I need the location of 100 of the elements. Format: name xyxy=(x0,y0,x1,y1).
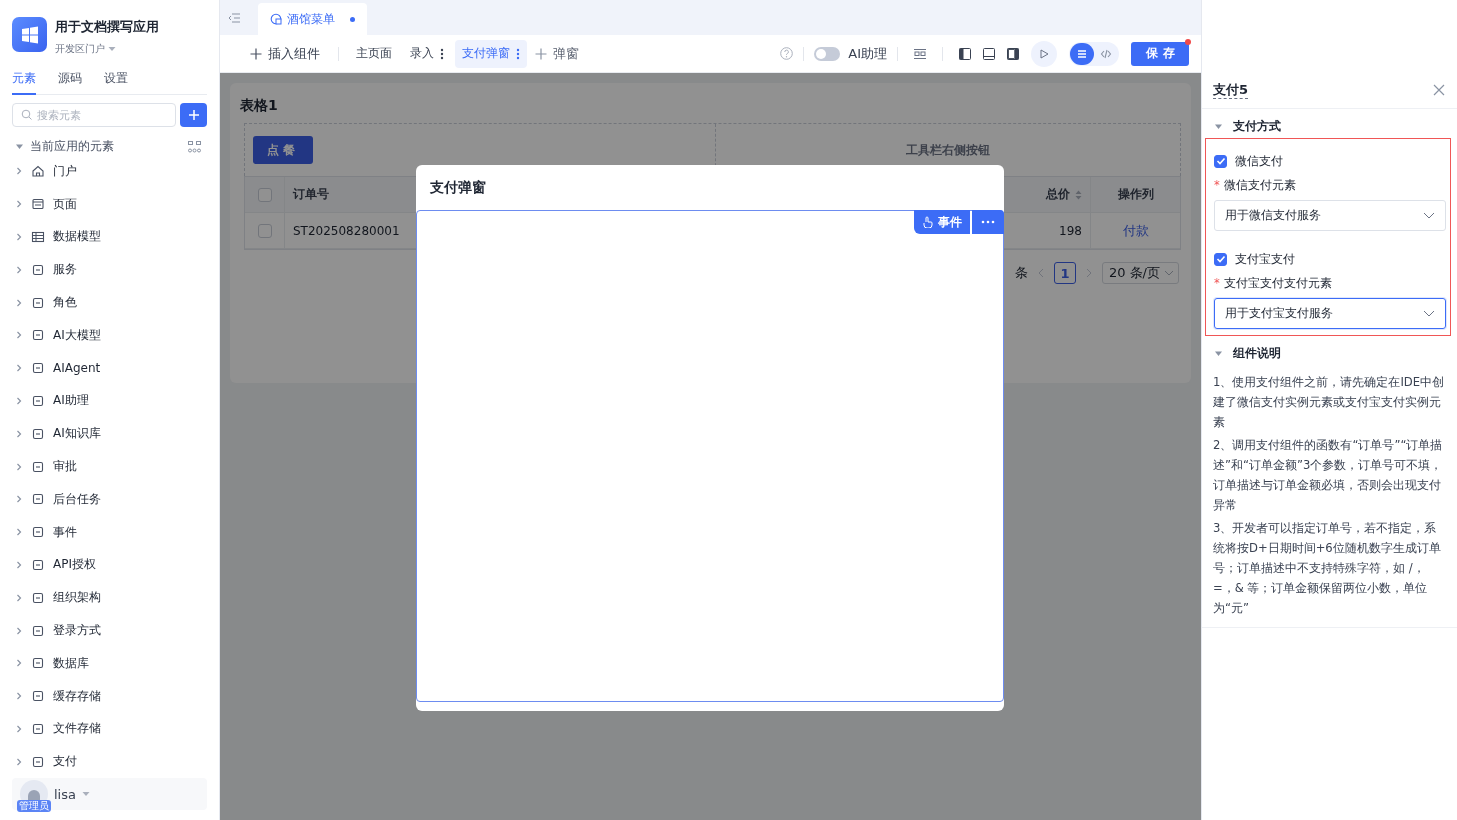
chevron-icon xyxy=(15,626,23,635)
tree-item[interactable]: 事件 xyxy=(53,523,77,541)
tree-item[interactable]: API授权 xyxy=(53,556,96,574)
page-tab[interactable]: 支付弹窗 xyxy=(455,39,527,68)
section-header[interactable]: 支付方式 xyxy=(1233,117,1281,135)
select-field[interactable]: 用于微信支付服务 xyxy=(1214,200,1446,231)
chevron-icon xyxy=(15,495,23,504)
select-field[interactable]: 用于支付宝支付服务 xyxy=(1214,298,1446,329)
tree-item[interactable]: 登录方式 xyxy=(53,622,101,640)
square-icon xyxy=(31,492,45,507)
square-icon xyxy=(31,328,45,343)
tree-item[interactable]: 服务 xyxy=(53,261,77,279)
portal-selector[interactable]: 开发区门户 xyxy=(55,42,105,56)
square-icon xyxy=(31,459,45,474)
tree-item[interactable]: AI知识库 xyxy=(53,425,101,443)
chevron-icon xyxy=(15,692,23,701)
square-icon xyxy=(31,393,45,408)
tree-item[interactable]: 数据模型 xyxy=(53,228,101,246)
add-button[interactable] xyxy=(180,103,207,127)
app-name: 用于文档撰写应用 xyxy=(55,18,159,36)
page-icon xyxy=(270,13,282,25)
home-icon xyxy=(31,164,45,179)
tree-item[interactable]: 页面 xyxy=(53,195,77,213)
user-menu[interactable]: 管理员 lisa xyxy=(12,778,207,810)
caret-icon xyxy=(108,46,116,52)
plus-icon xyxy=(535,47,547,60)
checkbox-label: 微信支付 xyxy=(1235,152,1283,170)
insert-component-button[interactable]: 插入组件 xyxy=(242,39,328,68)
square-icon xyxy=(31,623,45,638)
ai-assistant-label: AI助理 xyxy=(848,44,887,63)
sort-icon xyxy=(1075,189,1082,200)
column-header: 订单号 xyxy=(293,186,329,203)
caret-icon xyxy=(15,142,24,151)
plus-icon xyxy=(187,109,200,121)
kebab-icon xyxy=(516,47,520,60)
chevron-icon xyxy=(15,528,23,537)
page-tab[interactable]: 主页面 xyxy=(349,39,399,68)
tree-item[interactable]: AI助理 xyxy=(53,392,89,410)
tree-item[interactable]: 数据库 xyxy=(53,654,89,672)
group-header[interactable]: 当前应用的元素 xyxy=(30,138,182,155)
tree-item[interactable]: AIAgent xyxy=(53,361,101,376)
tree-item[interactable]: 后台任务 xyxy=(53,490,101,508)
prev-icon xyxy=(1037,268,1044,278)
square-icon xyxy=(31,262,45,277)
preview-button[interactable] xyxy=(1031,40,1057,67)
tree-item[interactable]: 组织架构 xyxy=(53,589,101,607)
chevron-icon xyxy=(1164,270,1174,276)
close-button[interactable] xyxy=(1433,84,1445,96)
event-button[interactable]: 事件 xyxy=(914,210,970,234)
tree-item[interactable]: 支付 xyxy=(53,753,77,771)
add-popup-button[interactable]: 弹窗 xyxy=(527,39,587,68)
chevron-icon xyxy=(1423,212,1435,219)
tree-item[interactable]: AI大模型 xyxy=(53,326,101,344)
order-button[interactable]: 点餐 xyxy=(253,136,313,164)
next-icon xyxy=(1085,268,1092,278)
square-icon xyxy=(31,689,45,704)
pay-link[interactable]: 付款 xyxy=(1122,221,1149,240)
tree-item[interactable]: 缓存存储 xyxy=(53,687,101,705)
tree-item[interactable]: 审批 xyxy=(53,458,77,476)
section-header[interactable]: 组件说明 xyxy=(1233,344,1281,362)
checkbox[interactable] xyxy=(1214,154,1227,168)
panel-title: 支付5 xyxy=(1213,81,1249,99)
view-mode-button[interactable] xyxy=(1070,42,1094,65)
column-header: 操作列 xyxy=(1117,186,1154,203)
total-label: 条 xyxy=(1014,264,1028,282)
hand-icon xyxy=(922,216,933,228)
tree-item[interactable]: 门户 xyxy=(53,162,77,180)
table-cell: 198 xyxy=(1059,223,1082,238)
square-icon xyxy=(31,557,45,572)
checkbox-label: 支付宝支付 xyxy=(1235,250,1295,268)
collapse-icon xyxy=(228,12,240,23)
sidebar-tab[interactable]: 源码 xyxy=(58,70,82,95)
search-icon xyxy=(21,109,32,120)
tree-item[interactable]: 角色 xyxy=(53,294,77,312)
chevron-icon xyxy=(15,757,23,766)
column-header: 总价 xyxy=(1046,186,1070,203)
page-size-select[interactable]: 20 条/页 xyxy=(1101,262,1179,284)
panel-right-icon xyxy=(1007,47,1019,60)
chevron-icon xyxy=(15,593,23,602)
layout-icon xyxy=(914,48,926,59)
save-button[interactable]: 保存 xyxy=(1131,41,1189,66)
search-field[interactable]: 搜索元素 xyxy=(12,103,176,127)
toggle-switch[interactable] xyxy=(814,46,841,61)
panel-left-icon xyxy=(959,47,971,60)
page-tab[interactable]: 录入 xyxy=(403,39,451,68)
field-label: 微信支付元素 xyxy=(1223,177,1296,193)
description-text: 2、调用支付组件的函数有“订单号”“订单描述”和“订单金额”3个参数，订单号可不填，订单描述与订单金额必填，否则会出现支付异常 xyxy=(1213,437,1444,514)
panel-bottom-icon xyxy=(983,47,995,60)
help-icon xyxy=(780,47,794,60)
field-label: 支付宝支付支付元素 xyxy=(1223,275,1332,291)
sidebar-tab[interactable]: 设置 xyxy=(104,70,128,95)
chevron-icon xyxy=(15,200,23,209)
sidebar-tab[interactable]: 元素 xyxy=(12,70,36,95)
checkbox[interactable] xyxy=(1214,252,1227,266)
window-icon xyxy=(31,197,45,212)
required-mark: * xyxy=(1214,178,1220,192)
editor-tab[interactable]: 酒馆菜单 xyxy=(258,3,367,35)
chevron-icon xyxy=(15,560,23,569)
group-icon xyxy=(188,140,201,153)
tree-item[interactable]: 文件存储 xyxy=(53,720,101,738)
